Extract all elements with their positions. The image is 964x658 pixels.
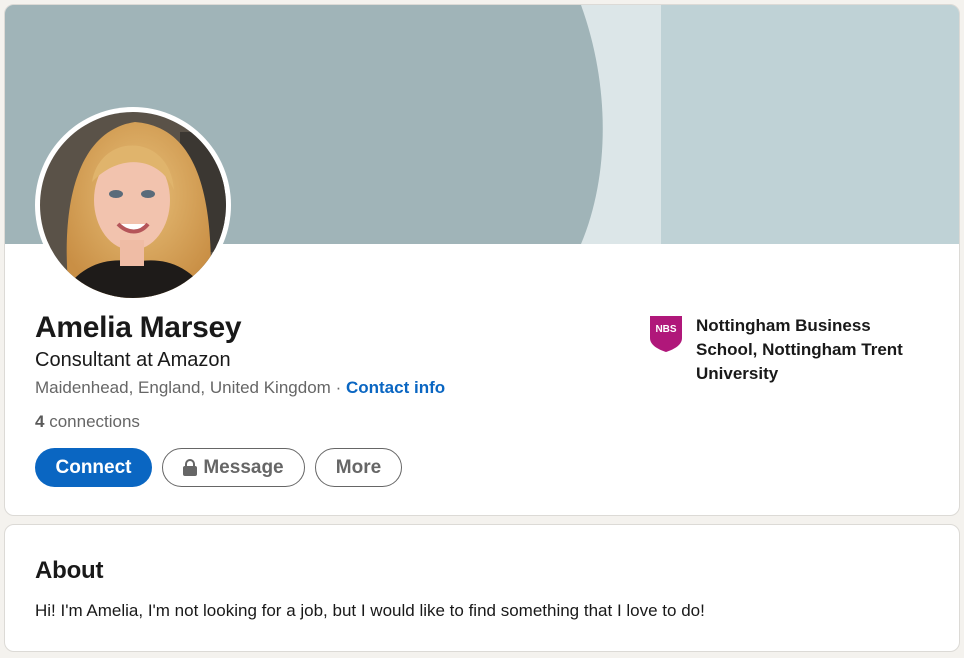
profile-card: Amelia Marsey Consultant at Amazon Maide… [4,4,960,516]
message-button[interactable]: Message [162,448,305,487]
contact-info-link[interactable]: Contact info [346,378,445,397]
connections-label: connections [49,412,140,431]
message-button-label: Message [203,456,284,478]
school-name: Nottingham Business School, Nottingham T… [696,316,903,383]
location-row: Maidenhead, England, United Kingdom · Co… [35,378,445,398]
profile-name: Amelia Marsey [35,311,242,344]
profile-headline: Consultant at Amazon [35,349,231,371]
school-logo-text: NBS [655,324,676,335]
connections-count[interactable]: 4 connections [35,412,140,432]
profile-avatar[interactable] [35,107,231,303]
about-text: Hi! I'm Amelia, I'm not looking for a jo… [35,601,705,620]
lock-icon [183,459,198,476]
school-logo: NBS [650,316,682,352]
education-school[interactable]: NBS Nottingham Business School, Nottingh… [650,314,926,386]
about-title: About [35,557,104,584]
profile-location: Maidenhead, England, United Kingdom [35,378,331,397]
connect-button[interactable]: Connect [35,448,152,487]
about-card: About Hi! I'm Amelia, I'm not looking fo… [4,524,960,652]
profile-photo [40,112,226,298]
location-separator: · [335,378,342,397]
connections-number: 4 [35,412,45,431]
more-button[interactable]: More [315,448,402,487]
